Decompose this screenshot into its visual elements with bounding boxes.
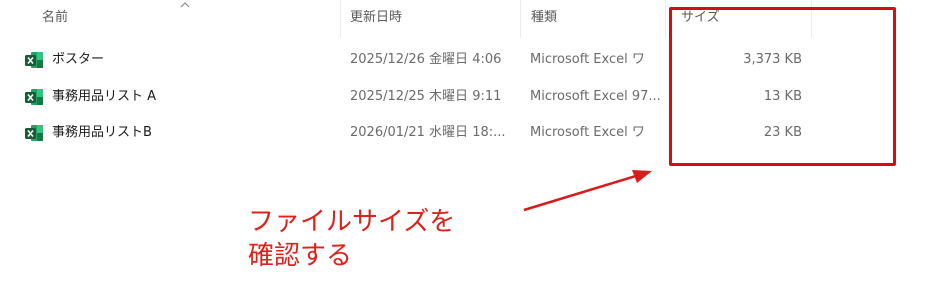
column-divider[interactable] bbox=[340, 0, 341, 38]
file-modified-date: 2026/01/21 水曜日 18:... bbox=[350, 125, 506, 140]
excel-file-icon bbox=[25, 52, 43, 68]
excel-file-icon bbox=[25, 89, 43, 105]
annotation-callout-text: ファイルサイズを 確認する bbox=[248, 205, 455, 273]
column-divider[interactable] bbox=[665, 0, 666, 38]
column-header-modified[interactable]: 更新日時 bbox=[350, 10, 402, 26]
column-header-name[interactable]: 名前 bbox=[42, 10, 68, 26]
file-name: 事務用品リストB bbox=[52, 125, 152, 140]
column-header-type[interactable]: 種類 bbox=[531, 10, 557, 26]
file-type: Microsoft Excel ワ bbox=[530, 52, 645, 67]
file-type: Microsoft Excel ワ bbox=[530, 125, 645, 140]
file-type: Microsoft Excel 97... bbox=[530, 89, 661, 104]
sort-ascending-icon[interactable] bbox=[180, 1, 190, 8]
annotation-line-1: ファイルサイズを bbox=[248, 207, 456, 237]
excel-file-icon bbox=[25, 125, 43, 141]
file-modified-date: 2025/12/25 木曜日 9:11 bbox=[350, 89, 502, 104]
file-modified-date: 2025/12/26 金曜日 4:06 bbox=[350, 52, 502, 67]
annotation-line-2: 確認する bbox=[248, 241, 353, 271]
column-divider[interactable] bbox=[520, 0, 521, 38]
file-name: ポスター bbox=[52, 52, 105, 67]
file-name: 事務用品リスト A bbox=[52, 89, 157, 104]
size-column-highlight-box bbox=[669, 7, 896, 166]
